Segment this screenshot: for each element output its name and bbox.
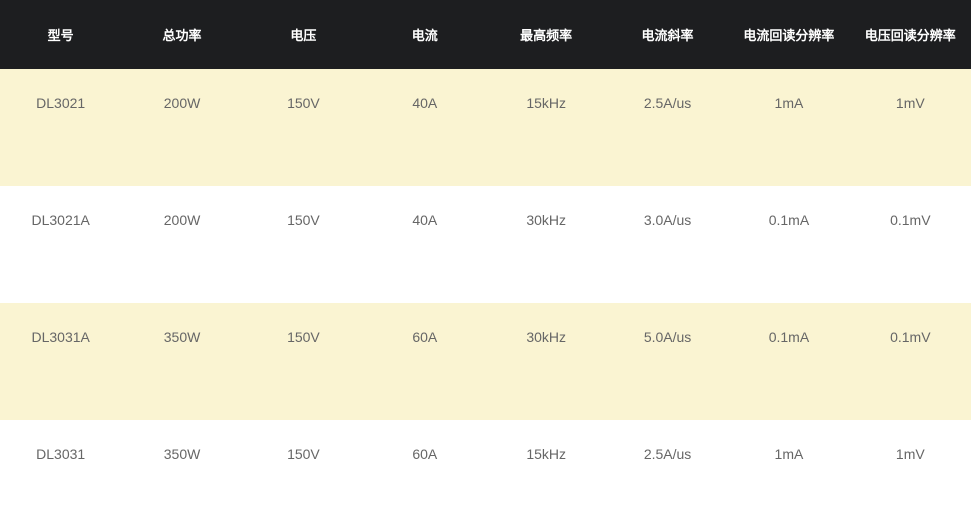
cell-max-frequency: 30kHz xyxy=(526,212,567,228)
header-voltage-readback-resolution: 电压回读分辨率 xyxy=(864,29,956,44)
cell-voltage: 150V xyxy=(287,446,320,462)
cell-voltage-readback-resolution: 1mV xyxy=(895,446,925,462)
cell-current-readback-resolution: 1mA xyxy=(774,95,804,111)
cell-voltage: 150V xyxy=(287,329,320,345)
header-row: 型号 总功率 电压 电流 最高频率 电流斜率 电流回读分辨率 电压回读分辨率 xyxy=(0,0,971,69)
table-row: DL3031 350W 150V 60A 15kHz 2.5A/us 1mA 1… xyxy=(0,420,971,525)
cell-current-slew-rate: 5.0A/us xyxy=(643,329,692,345)
cell-max-frequency: 15kHz xyxy=(526,446,567,462)
cell-model: DL3031A xyxy=(31,329,90,345)
header-current: 电流 xyxy=(411,29,438,44)
table-row: DL3021 200W 150V 40A 15kHz 2.5A/us 1mA 1… xyxy=(0,69,971,186)
header-max-frequency: 最高频率 xyxy=(520,29,573,44)
cell-model: DL3031 xyxy=(36,446,86,462)
cell-current: 40A xyxy=(412,212,438,228)
cell-model: DL3021 xyxy=(36,95,86,111)
cell-current-readback-resolution: 1mA xyxy=(774,446,804,462)
header-current-readback-resolution: 电流回读分辨率 xyxy=(743,29,835,44)
table-header: 型号 总功率 电压 电流 最高频率 电流斜率 电流回读分辨率 电压回读分辨率 xyxy=(0,0,971,69)
cell-current: 60A xyxy=(412,329,438,345)
cell-total-power: 200W xyxy=(163,212,201,228)
spec-table: 型号 总功率 电压 电流 最高频率 电流斜率 电流回读分辨率 电压回读分辨率 D… xyxy=(0,0,971,525)
cell-current: 60A xyxy=(412,446,438,462)
cell-current-slew-rate: 3.0A/us xyxy=(643,212,692,228)
cell-voltage: 150V xyxy=(287,212,320,228)
header-voltage: 电压 xyxy=(290,29,317,44)
cell-voltage-readback-resolution: 0.1mV xyxy=(890,329,931,345)
cell-current: 40A xyxy=(412,95,438,111)
table-body: DL3021 200W 150V 40A 15kHz 2.5A/us 1mA 1… xyxy=(0,69,971,525)
cell-current-readback-resolution: 0.1mA xyxy=(768,329,810,345)
table-row: DL3031A 350W 150V 60A 30kHz 5.0A/us 0.1m… xyxy=(0,303,971,420)
header-model: 型号 xyxy=(47,29,74,44)
cell-current-slew-rate: 2.5A/us xyxy=(643,95,692,111)
header-current-slew-rate: 电流斜率 xyxy=(641,29,694,44)
cell-current-slew-rate: 2.5A/us xyxy=(643,446,692,462)
cell-total-power: 200W xyxy=(163,95,201,111)
cell-model: DL3021A xyxy=(31,212,90,228)
header-total-power: 总功率 xyxy=(162,29,202,44)
cell-current-readback-resolution: 0.1mA xyxy=(768,212,810,228)
cell-total-power: 350W xyxy=(163,446,201,462)
cell-max-frequency: 30kHz xyxy=(526,329,567,345)
cell-voltage-readback-resolution: 1mV xyxy=(895,95,925,111)
cell-total-power: 350W xyxy=(163,329,201,345)
table-row: DL3021A 200W 150V 40A 30kHz 3.0A/us 0.1m… xyxy=(0,186,971,303)
cell-voltage: 150V xyxy=(287,95,320,111)
cell-voltage-readback-resolution: 0.1mV xyxy=(890,212,931,228)
cell-max-frequency: 15kHz xyxy=(526,95,567,111)
